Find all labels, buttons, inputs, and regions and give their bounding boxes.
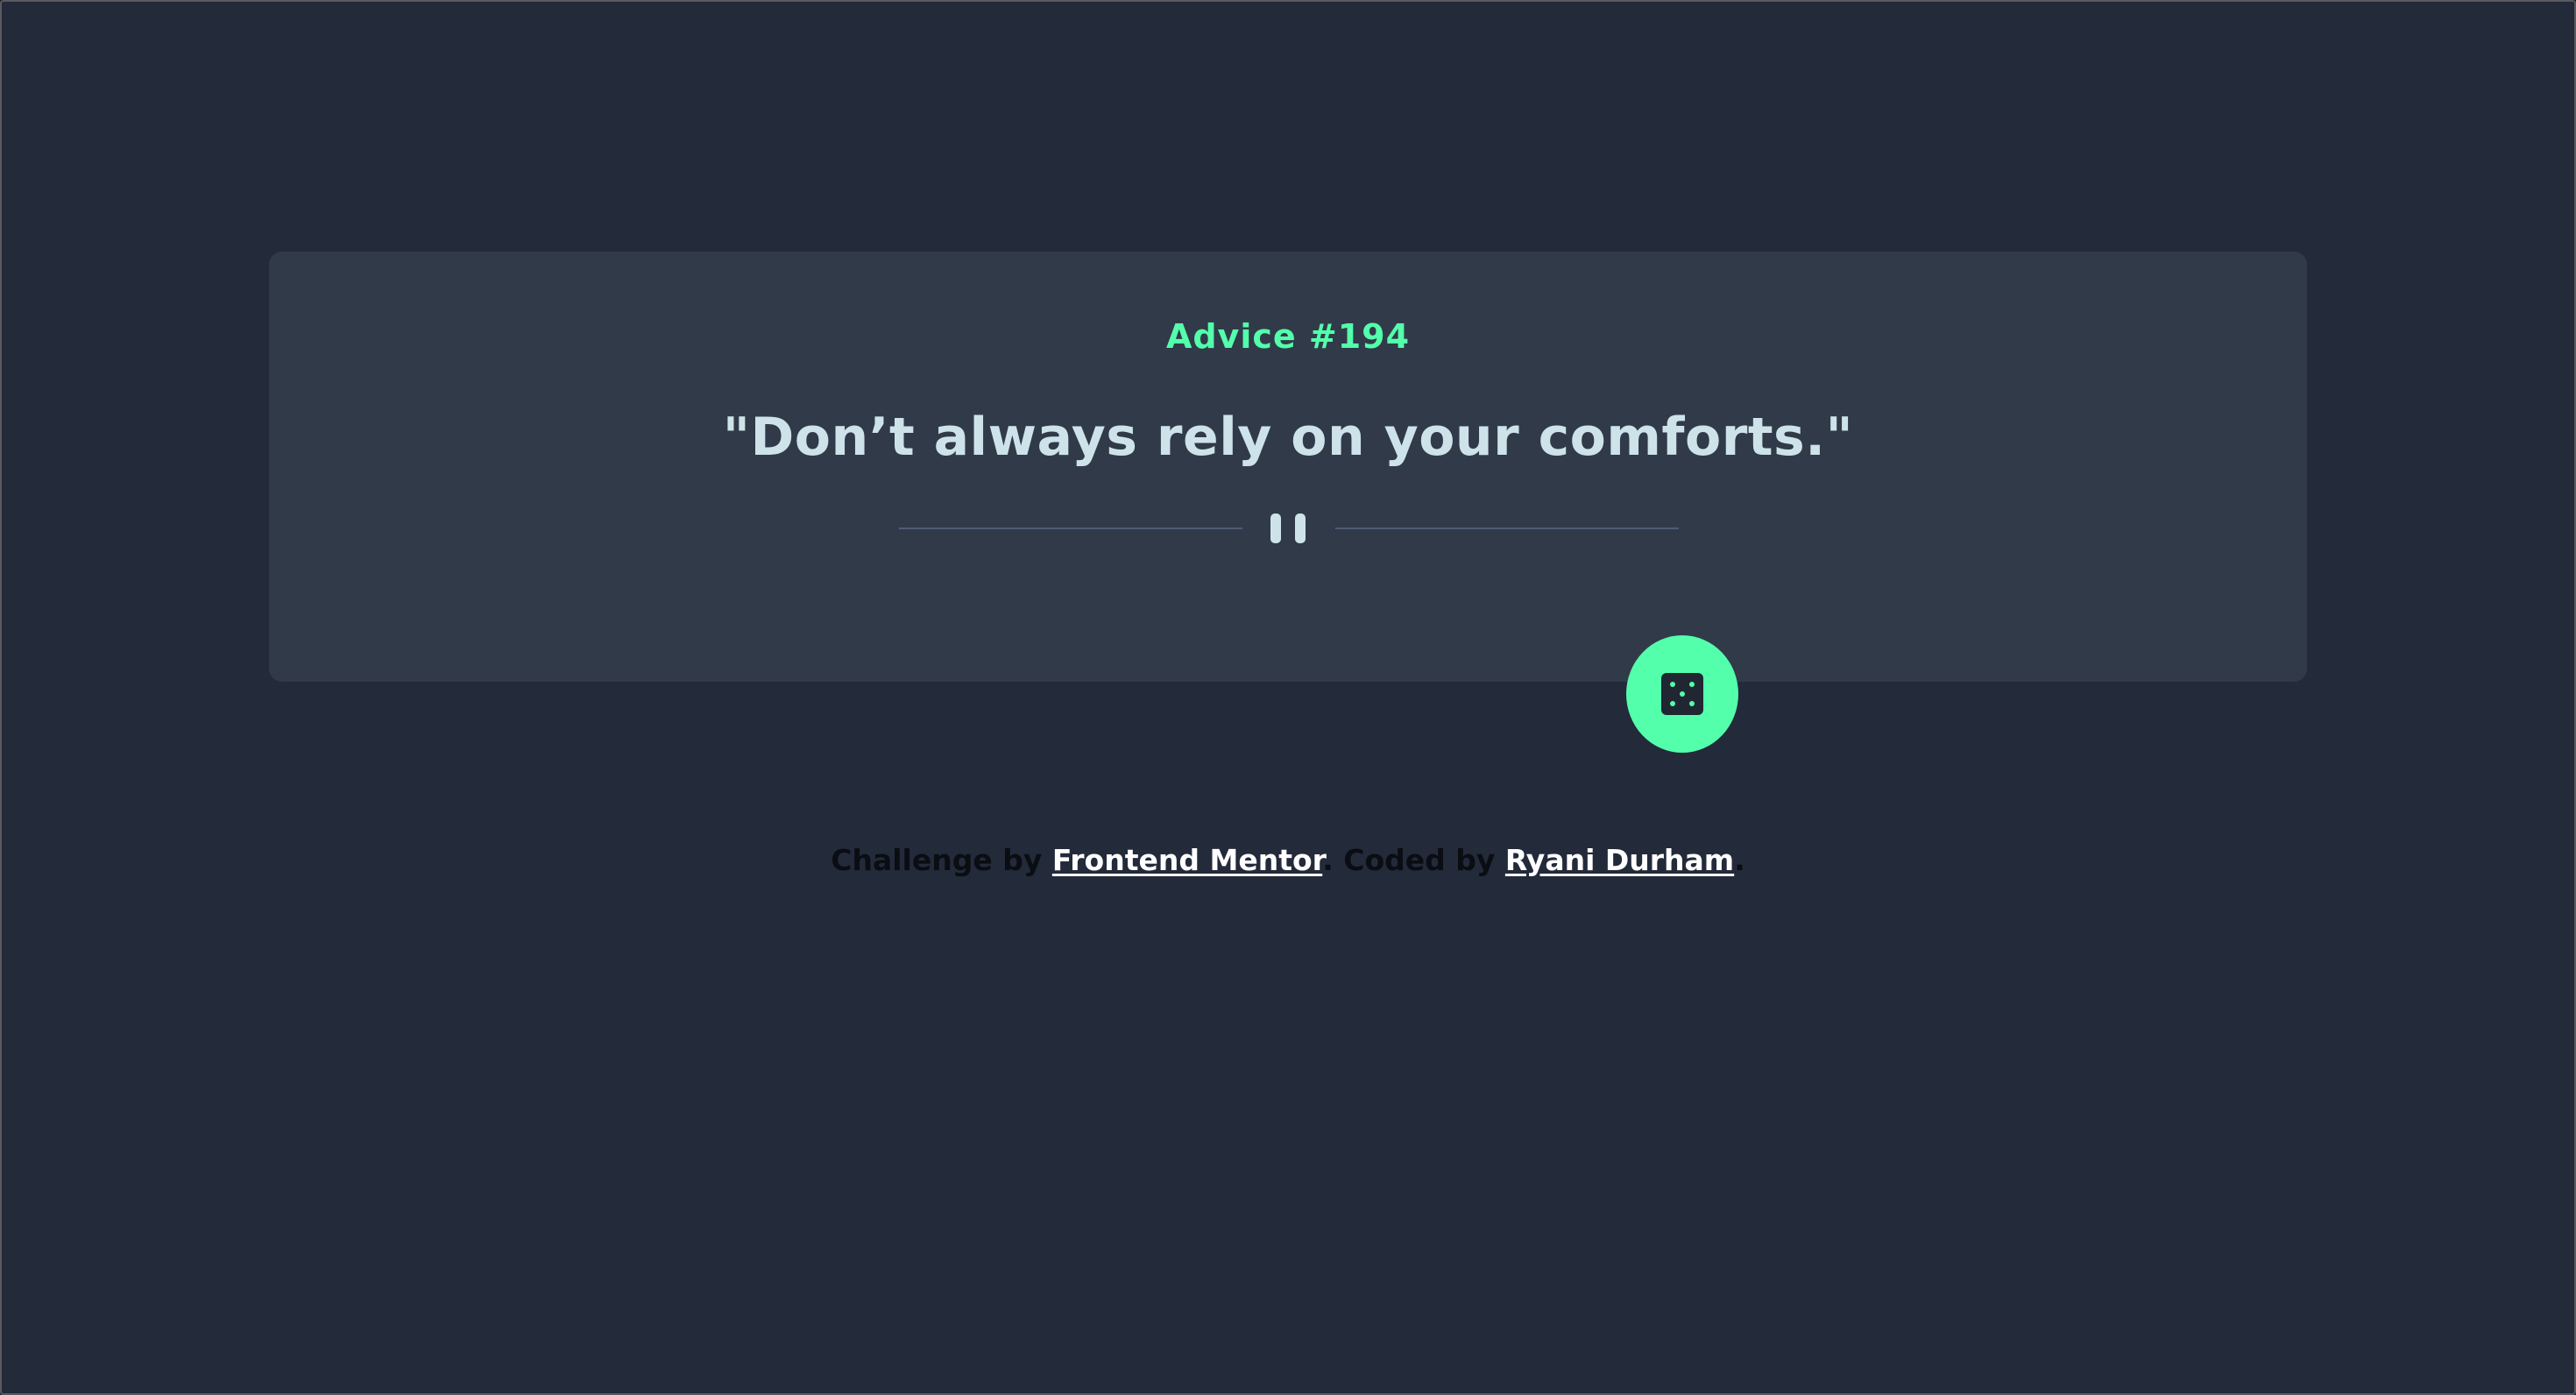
pause-icon (1270, 513, 1309, 543)
generate-advice-button[interactable] (1626, 635, 1738, 753)
attribution: Challenge by Frontend Mentor. Coded by R… (0, 843, 2576, 877)
author-link[interactable]: Ryani Durham (1505, 843, 1734, 877)
divider-line-right (1335, 528, 1679, 529)
frontend-mentor-link[interactable]: Frontend Mentor (1052, 843, 1322, 877)
dice-icon (1661, 673, 1703, 715)
attribution-suffix: . (1734, 843, 1745, 877)
pause-bar-right (1295, 513, 1306, 543)
pattern-divider (899, 510, 1679, 545)
advice-quote: "Don’t always rely on your comforts." (722, 407, 1854, 468)
pause-bar-left (1270, 513, 1281, 543)
app-window (0, 0, 2576, 1395)
attribution-prefix: Challenge by (831, 843, 1052, 877)
divider-line-left (899, 528, 1242, 529)
advice-number: Advice #194 (1165, 317, 1411, 356)
attribution-middle: . Coded by (1322, 843, 1505, 877)
